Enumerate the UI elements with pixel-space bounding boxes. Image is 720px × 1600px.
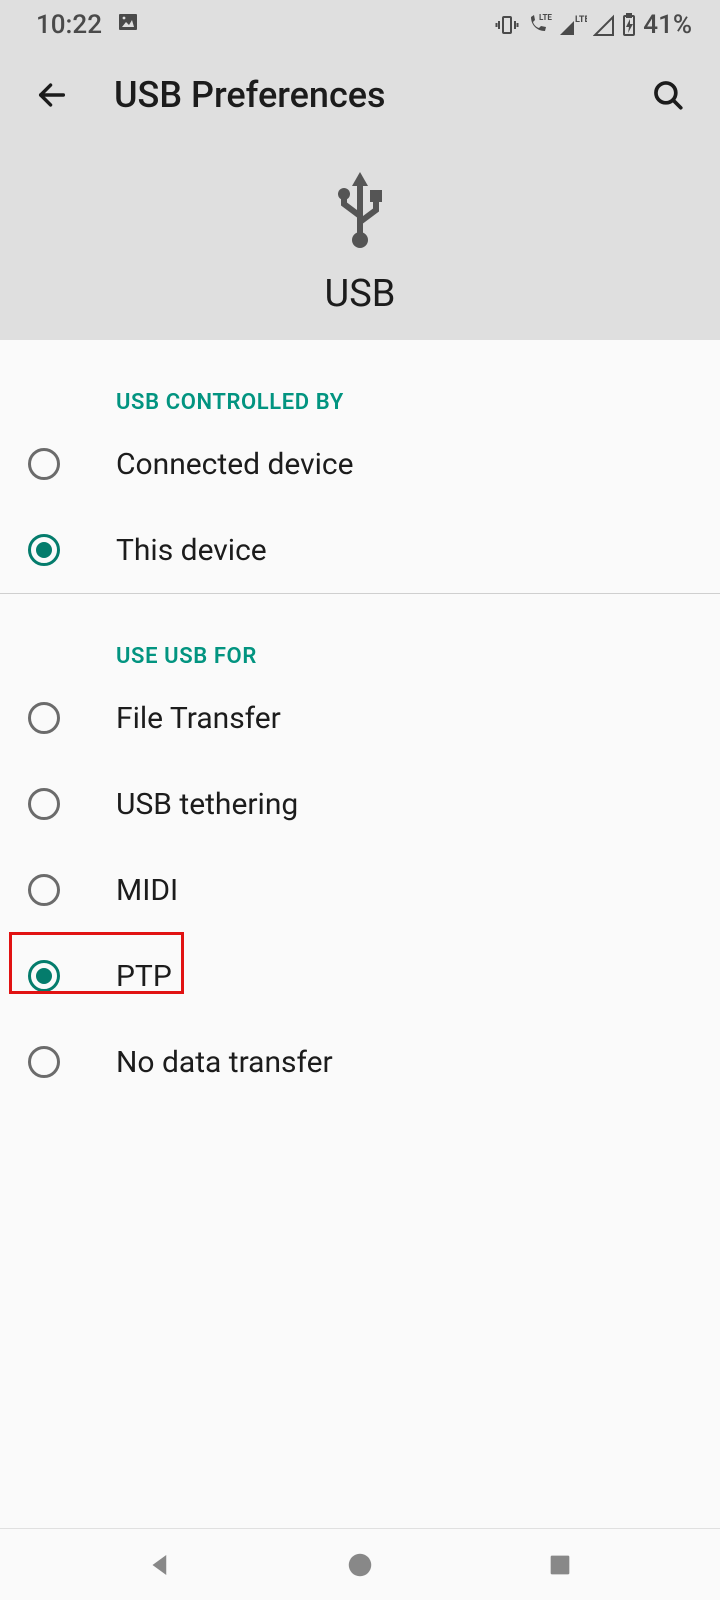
volte-phone-icon: LTE: [525, 13, 553, 37]
radio-icon: [28, 534, 60, 566]
radio-icon: [28, 448, 60, 480]
section-header-controlled-by: USB CONTROLLED BY: [0, 340, 720, 421]
signal-lte-icon: LTE: [559, 13, 587, 37]
radio-icon: [28, 702, 60, 734]
radio-file-transfer[interactable]: File Transfer: [0, 675, 720, 761]
radio-label: No data transfer: [116, 1045, 333, 1080]
hero: USB: [0, 140, 720, 340]
status-time: 10:22: [36, 10, 102, 40]
search-button[interactable]: [646, 73, 690, 117]
picture-icon: [116, 10, 140, 41]
radio-icon: [28, 788, 60, 820]
usb-icon: [332, 170, 388, 254]
svg-text:LTE: LTE: [539, 13, 552, 22]
radio-no-data-transfer[interactable]: No data transfer: [0, 1019, 720, 1105]
app-bar: USB Preferences: [0, 50, 720, 140]
radio-label: USB tethering: [116, 787, 298, 822]
section-header-use-usb-for: USE USB FOR: [0, 594, 720, 675]
radio-icon: [28, 874, 60, 906]
page-title: USB Preferences: [114, 74, 606, 116]
radio-label: Connected device: [116, 447, 354, 482]
nav-recent-button[interactable]: [540, 1545, 580, 1585]
vibrate-icon: [495, 13, 519, 37]
radio-icon: [28, 960, 60, 992]
battery-charging-icon: [621, 13, 637, 37]
navigation-bar: [0, 1528, 720, 1600]
nav-back-button[interactable]: [140, 1545, 180, 1585]
signal-icon: [593, 13, 615, 37]
radio-label: File Transfer: [116, 701, 281, 736]
radio-icon: [28, 1046, 60, 1078]
radio-label: This device: [116, 533, 267, 568]
radio-midi[interactable]: MIDI: [0, 847, 720, 933]
hero-label: USB: [325, 272, 396, 316]
svg-text:LTE: LTE: [575, 15, 587, 25]
back-button[interactable]: [30, 73, 74, 117]
radio-connected-device[interactable]: Connected device: [0, 421, 720, 507]
battery-percent: 41%: [643, 10, 692, 40]
radio-label: MIDI: [116, 873, 178, 908]
radio-this-device[interactable]: This device: [0, 507, 720, 593]
nav-home-button[interactable]: [340, 1545, 380, 1585]
radio-usb-tethering[interactable]: USB tethering: [0, 761, 720, 847]
radio-label: PTP: [116, 959, 172, 994]
radio-ptp[interactable]: PTP: [0, 933, 720, 1019]
status-bar: 10:22 LTE LTE 41%: [0, 0, 720, 50]
content: USB CONTROLLED BY Connected device This …: [0, 340, 720, 1105]
